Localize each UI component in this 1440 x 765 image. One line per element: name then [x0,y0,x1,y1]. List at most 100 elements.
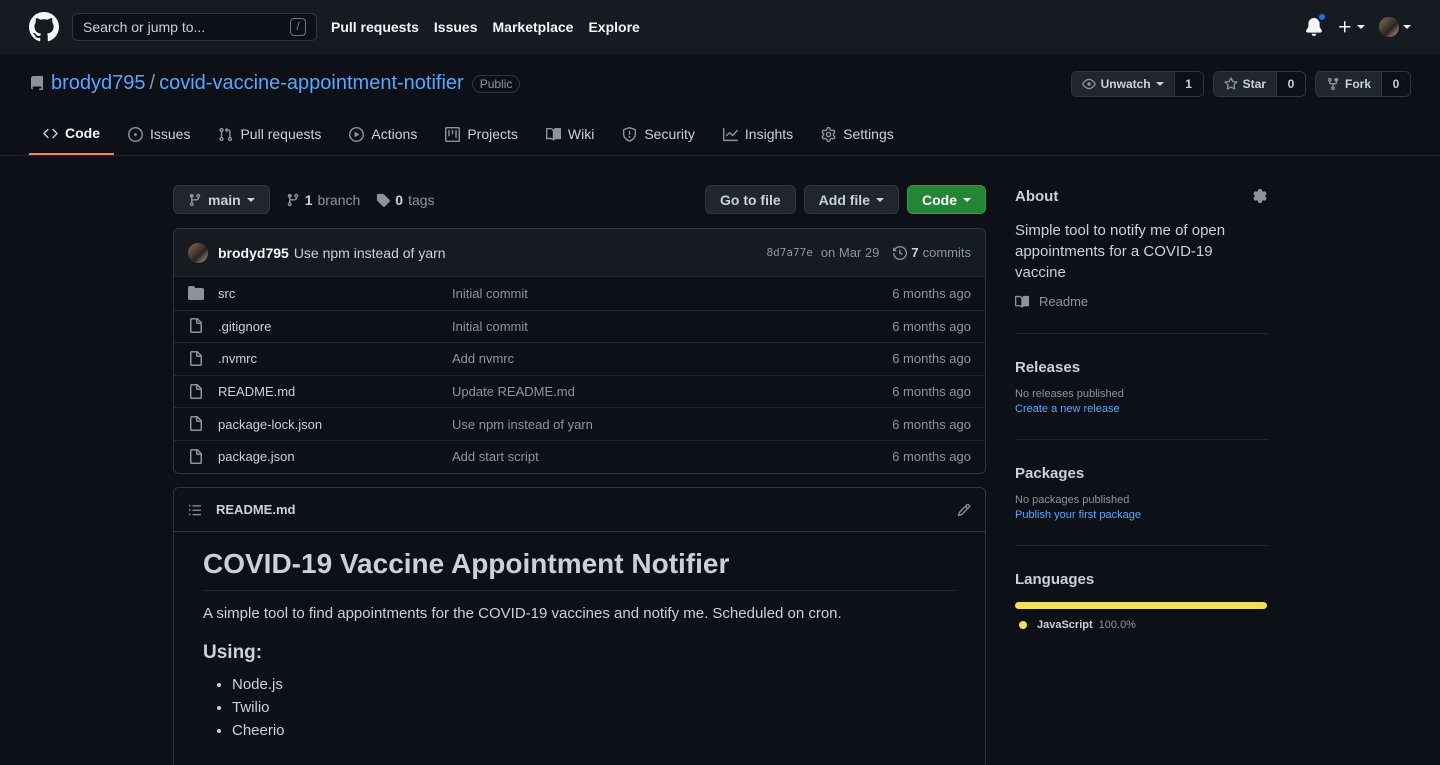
fork-count[interactable]: 0 [1382,72,1410,96]
nav-explore[interactable]: Explore [588,19,639,35]
list-icon[interactable] [188,503,202,517]
file-rows: src Initial commit 6 months ago .gitignore I… [174,277,985,473]
table-row[interactable]: package.json Add start script 6 months ago [174,439,985,473]
table-row[interactable]: src Initial commit 6 months ago [174,277,985,310]
nav-marketplace[interactable]: Marketplace [493,19,574,35]
nav-pull-requests[interactable]: Pull requests [331,19,419,35]
shield-icon [623,126,637,142]
file-actions: Go to file Add file Code [704,185,986,214]
play-icon [349,126,365,142]
table-row[interactable]: .gitignore Initial commit 6 months ago [174,309,985,343]
create-new-button[interactable] [1337,19,1365,35]
history-icon [893,245,908,260]
search-shortcut-key: / [290,18,306,36]
code-download-button[interactable]: Code [907,185,986,214]
file-commit-message[interactable]: Initial commit [452,319,528,334]
repo-tabs: Code Issues Pull requests Actions Projec… [29,113,1440,156]
commit-count-label: commits [922,245,971,260]
avatar[interactable] [188,242,208,263]
list-item: Cheerio [232,722,956,739]
notifications-button[interactable] [1305,12,1327,36]
about-title: About [1015,185,1267,207]
repo-owner-link[interactable]: brodyd795 [51,72,146,95]
file-commit-message[interactable]: Add start script [452,449,539,464]
file-name-link[interactable]: src [218,286,452,301]
tab-code[interactable]: Code [29,113,114,155]
readme-link[interactable]: Readme [1015,294,1267,309]
repo-title: brodyd795 / covid-vaccine-appointment-no… [29,72,521,95]
file-navigation: main 1 branch 0 tags Go to file Add file… [173,185,986,214]
language-name: JavaScript [1037,619,1093,631]
tab-projects[interactable]: Projects [431,113,532,155]
go-to-file-button[interactable]: Go to file [704,185,796,214]
tab-actions[interactable]: Actions [335,113,431,155]
file-name-link[interactable]: README.md [218,384,452,399]
create-release-link[interactable]: Create a new release [1015,403,1267,415]
latest-commit: brodyd795 Use npm instead of yarn 8d7a77… [174,229,985,277]
global-nav: Pull requests Issues Marketplace Explore [331,19,655,35]
tab-wiki[interactable]: Wiki [532,113,608,155]
file-name-link[interactable]: package.json [218,449,452,464]
readme-filename[interactable]: README.md [216,502,295,517]
file-commit-message[interactable]: Add nvmrc [452,351,514,366]
file-commit-message[interactable]: Initial commit [452,286,528,301]
user-menu-button[interactable] [1379,17,1411,37]
folder-icon [188,285,204,301]
readme-link-label: Readme [1039,294,1089,309]
table-row[interactable]: package-lock.json Use npm instead of yarn… [174,407,985,440]
readme-header: README.md [174,488,985,532]
table-row[interactable]: .nvmrc Add nvmrc 6 months ago [174,342,985,375]
chevron-down-icon [876,197,884,202]
table-row[interactable]: README.md Update README.md 6 months ago [174,374,985,408]
file-name-link[interactable]: package-lock.json [218,417,452,432]
readme-content: COVID-19 Vaccine Appointment Notifier A … [174,532,985,761]
file-commit-message[interactable]: Use npm instead of yarn [452,417,593,432]
tab-security[interactable]: Security [608,113,709,155]
search-input[interactable]: Search or jump to... / [72,13,317,41]
tab-label: Actions [371,126,418,142]
commit-author[interactable]: brodyd795 [218,245,289,261]
tags-link[interactable]: 0 tags [376,192,435,208]
branches-link[interactable]: 1 branch [286,192,360,208]
star-group: Star 0 [1212,71,1306,97]
pencil-icon[interactable] [957,503,971,517]
fork-button[interactable]: Fork [1315,72,1382,96]
repo-icon [30,75,43,90]
file-name-link[interactable]: .nvmrc [218,351,452,366]
commit-date: on Mar 29 [820,245,880,260]
star-button[interactable]: Star [1213,72,1277,96]
graph-icon [722,127,738,141]
commits-link[interactable]: 7 commits [893,245,971,260]
tab-insights[interactable]: Insights [709,113,807,155]
language-item[interactable]: JavaScript 100.0% [1015,619,1267,631]
list-item: Node.js [232,676,956,693]
publish-package-link[interactable]: Publish your first package [1015,509,1267,521]
gear-icon[interactable] [1253,189,1267,203]
watch-group: Unwatch 1 [1070,71,1204,97]
file-age: 6 months ago [892,285,971,301]
notification-indicator [1317,12,1327,22]
readme-description: A simple tool to find appointments for t… [203,605,842,622]
tab-pull-requests[interactable]: Pull requests [204,113,335,155]
git-branch-icon [287,193,298,206]
file-commit-message[interactable]: Update README.md [452,384,575,399]
tab-issues[interactable]: Issues [114,113,204,155]
tab-label: Projects [467,126,518,142]
star-count[interactable]: 0 [1276,72,1305,96]
nav-issues[interactable]: Issues [434,19,478,35]
packages-section: Packages No packages published Publish y… [1015,462,1267,546]
commit-message[interactable]: Use npm instead of yarn [294,245,446,261]
watch-count[interactable]: 1 [1174,72,1203,96]
branch-select-button[interactable]: main [173,185,270,214]
packages-title[interactable]: Packages [1015,462,1267,484]
file-name-link[interactable]: .gitignore [218,319,452,334]
repo-actions: Unwatch 1 Star 0 Fork 0 [1070,71,1411,97]
releases-title[interactable]: Releases [1015,356,1267,378]
chevron-down-icon [1403,25,1411,29]
unwatch-button[interactable]: Unwatch [1071,72,1175,96]
tab-settings[interactable]: Settings [807,113,908,155]
commit-sha[interactable]: 8d7a77e [766,246,812,259]
repo-name-link[interactable]: covid-vaccine-appointment-notifier [159,72,464,95]
github-logo-icon[interactable] [29,12,59,42]
add-file-button[interactable]: Add file [803,185,899,214]
